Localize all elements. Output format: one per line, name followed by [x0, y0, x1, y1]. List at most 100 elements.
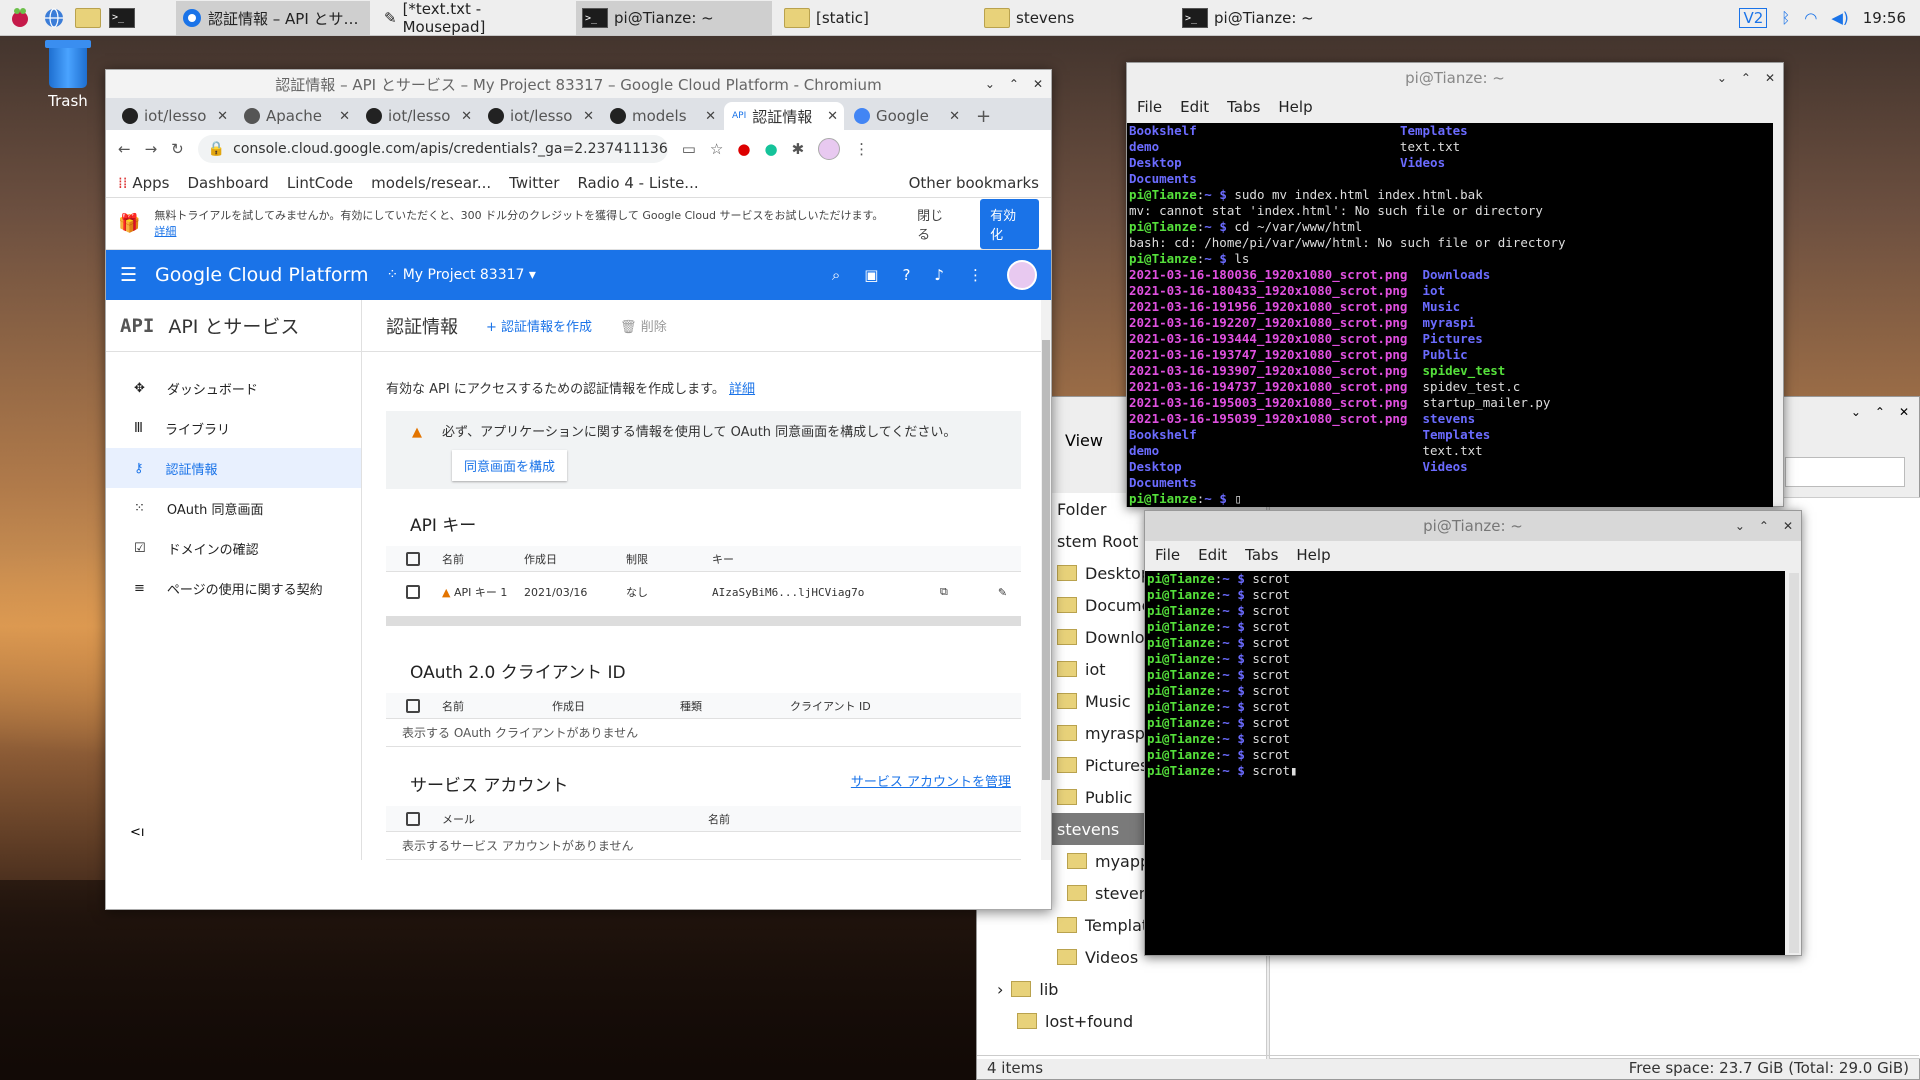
- column-header[interactable]: 作成日: [552, 698, 680, 714]
- task-terminal-2[interactable]: >_ pi@Tianze: ~: [1176, 1, 1376, 35]
- edit-icon[interactable]: ✎: [998, 586, 1007, 599]
- clock[interactable]: 19:56: [1863, 9, 1906, 27]
- extension-icon[interactable]: ●: [737, 140, 750, 158]
- intro-details-link[interactable]: 詳細: [729, 382, 755, 397]
- task-stevens[interactable]: stevens: [978, 1, 1168, 35]
- column-header[interactable]: 名前: [708, 811, 730, 827]
- bookmark[interactable]: Radio 4 - Liste...: [577, 174, 698, 192]
- sidebar-item-library[interactable]: Ⅲ ライブラリ: [106, 408, 361, 448]
- close-tab-icon[interactable]: ✕: [705, 109, 716, 124]
- wifi-icon[interactable]: ◠: [1804, 9, 1817, 27]
- sidebar-item-oauth-consent[interactable]: ⁙ OAuth 同意画面: [106, 488, 361, 528]
- maximize-button[interactable]: ⌃: [1759, 519, 1769, 533]
- minimize-button[interactable]: ⌄: [985, 77, 995, 91]
- maximize-button[interactable]: ⌃: [1875, 405, 1885, 419]
- terminal-titlebar[interactable]: pi@Tianze: ~ ⌄ ⌃ ✕: [1145, 511, 1801, 541]
- select-all-checkbox[interactable]: [406, 698, 420, 713]
- help-icon[interactable]: ?: [902, 266, 910, 284]
- minimize-button[interactable]: ⌄: [1717, 71, 1727, 85]
- volume-icon[interactable]: ◀): [1831, 9, 1848, 27]
- menu-edit[interactable]: Edit: [1198, 546, 1227, 564]
- tree-item[interactable]: lost+found: [1017, 1005, 1266, 1037]
- copy-icon[interactable]: ⧉: [940, 585, 948, 599]
- account-avatar[interactable]: [1007, 260, 1037, 290]
- collapse-sidebar-icon[interactable]: <ı: [130, 825, 145, 840]
- menu-file[interactable]: File: [1137, 98, 1162, 116]
- tree-item[interactable]: › lib: [997, 973, 1266, 1005]
- maximize-button[interactable]: ⌃: [1741, 71, 1751, 85]
- menu-kebab-icon[interactable]: ⋮: [854, 140, 869, 158]
- menu-help[interactable]: Help: [1296, 546, 1330, 564]
- raspberry-menu-icon[interactable]: [6, 4, 34, 32]
- terminal-output-1[interactable]: Bookshelf Templates demo text.txt Deskto…: [1127, 123, 1773, 507]
- terminal-launcher-icon[interactable]: >_: [108, 4, 136, 32]
- fm-menu-view[interactable]: View: [1065, 431, 1103, 450]
- menu-tabs[interactable]: Tabs: [1245, 546, 1278, 564]
- browser-tab[interactable]: iot/lesso ✕: [358, 102, 478, 130]
- browser-tab[interactable]: models ✕: [602, 102, 722, 130]
- close-button[interactable]: ✕: [1783, 519, 1793, 533]
- search-icon[interactable]: ⌕: [832, 266, 840, 284]
- close-tab-icon[interactable]: ✕: [949, 109, 960, 124]
- row-checkbox[interactable]: [406, 585, 420, 599]
- close-tab-icon[interactable]: ✕: [217, 109, 228, 124]
- banner-close-button[interactable]: 閉じる: [907, 199, 966, 249]
- file-manager-icon[interactable]: [74, 4, 102, 32]
- cloud-shell-icon[interactable]: ▣: [864, 266, 878, 284]
- sidebar-item-page-usage[interactable]: ≡ ページの使用に関する契約: [106, 568, 361, 608]
- chromium-titlebar[interactable]: 認証情報 – API とサービス – My Project 83317 – Go…: [106, 70, 1051, 98]
- close-tab-icon[interactable]: ✕: [583, 109, 594, 124]
- bookmark[interactable]: LintCode: [287, 174, 353, 192]
- menu-help[interactable]: Help: [1278, 98, 1312, 116]
- fm-path-field[interactable]: [1785, 457, 1905, 487]
- bookmark-apps[interactable]: ⁞⁞ Apps: [118, 174, 169, 192]
- browser-tab[interactable]: iot/lesso ✕: [480, 102, 600, 130]
- configure-consent-button[interactable]: 同意画面を構成: [452, 450, 568, 481]
- close-tab-icon[interactable]: ✕: [339, 109, 350, 124]
- bookmark[interactable]: models/resear...: [371, 174, 491, 192]
- profile-avatar[interactable]: [818, 138, 841, 160]
- banner-details-link[interactable]: 詳細: [154, 225, 176, 238]
- select-all-checkbox[interactable]: [406, 551, 420, 566]
- browser-tab-active[interactable]: API 認証情報 ✕: [724, 102, 844, 130]
- column-header[interactable]: 作成日: [524, 551, 626, 567]
- close-button[interactable]: ✕: [1765, 71, 1775, 85]
- extension-icon[interactable]: ●: [764, 140, 777, 158]
- desktop-trash[interactable]: Trash: [38, 40, 98, 110]
- menu-tabs[interactable]: Tabs: [1227, 98, 1260, 116]
- maximize-button[interactable]: ⌃: [1009, 77, 1019, 91]
- bookmark-other[interactable]: Other bookmarks: [909, 174, 1039, 192]
- close-tab-icon[interactable]: ✕: [461, 109, 472, 124]
- cast-icon[interactable]: ▭: [682, 140, 696, 158]
- address-bar[interactable]: 🔒 console.cloud.google.com/apis/credentia…: [197, 135, 668, 163]
- notifications-icon[interactable]: ♪: [934, 266, 944, 284]
- vertical-scrollbar[interactable]: [1041, 300, 1051, 860]
- menu-file[interactable]: File: [1155, 546, 1180, 564]
- sidebar-item-credentials[interactable]: ⚷ 認証情報: [106, 448, 361, 488]
- back-icon[interactable]: ←: [118, 140, 131, 158]
- column-header[interactable]: 名前: [442, 551, 524, 567]
- browser-tab[interactable]: iot/lesso ✕: [114, 102, 234, 130]
- banner-enable-button[interactable]: 有効化: [980, 198, 1040, 249]
- close-button[interactable]: ✕: [1899, 405, 1909, 419]
- menu-edit[interactable]: Edit: [1180, 98, 1209, 116]
- sidebar-item-domain-verification[interactable]: ☑ ドメインの確認: [106, 528, 361, 568]
- bluetooth-icon[interactable]: ᛒ: [1781, 9, 1790, 27]
- horizontal-scrollbar[interactable]: [386, 616, 1021, 626]
- manage-service-accounts-link[interactable]: サービス アカウントを管理: [851, 771, 1011, 796]
- minimize-button[interactable]: ⌄: [1735, 519, 1745, 533]
- close-tab-icon[interactable]: ✕: [827, 109, 838, 124]
- bookmark[interactable]: Dashboard: [187, 174, 268, 192]
- menu-kebab-icon[interactable]: ⋮: [968, 266, 983, 284]
- delete-button[interactable]: 🗑 削除: [620, 316, 667, 335]
- vnc-icon[interactable]: V2: [1739, 8, 1768, 28]
- hamburger-icon[interactable]: ☰: [120, 264, 137, 286]
- sidebar-item-dashboard[interactable]: ✥ ダッシュボード: [106, 368, 361, 408]
- reload-icon[interactable]: ↻: [171, 140, 184, 158]
- forward-icon[interactable]: →: [145, 140, 158, 158]
- terminal-output-2[interactable]: pi@Tianze:~ $ scrot pi@Tianze:~ $ scrot …: [1145, 571, 1785, 955]
- puzzle-icon[interactable]: ✱: [792, 140, 805, 158]
- terminal-scrollbar[interactable]: [1789, 573, 1799, 953]
- bookmark[interactable]: Twitter: [509, 174, 559, 192]
- browser-globe-icon[interactable]: [40, 4, 68, 32]
